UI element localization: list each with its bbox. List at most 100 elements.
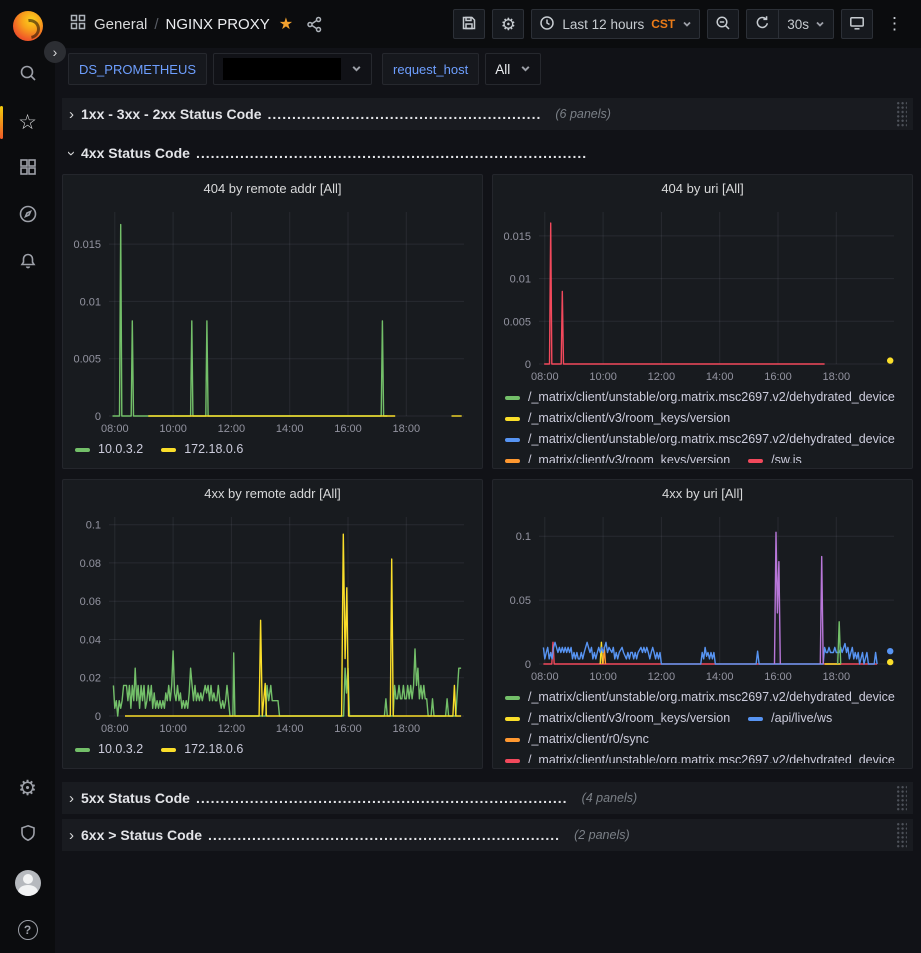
legend-item[interactable]: /_matrix/client/v3/room_keys/version <box>505 450 730 463</box>
legend-item[interactable]: 10.0.3.2 <box>75 439 143 460</box>
row-4xx[interactable]: › 4xx Status Code ......................… <box>62 138 913 168</box>
sidebar-item-explore[interactable] <box>0 193 55 240</box>
legend-item[interactable]: /_matrix/client/r0/sync <box>505 729 649 750</box>
svg-text:14:00: 14:00 <box>276 423 304 435</box>
variable-request-host: request_host All <box>382 53 541 85</box>
legend-swatch <box>75 748 90 752</box>
panel-title[interactable]: 404 by remote addr [All] <box>63 175 482 202</box>
chevron-down-icon <box>682 17 692 32</box>
row-drag-handle[interactable] <box>896 785 907 811</box>
legend-swatch <box>505 459 520 463</box>
share-icon[interactable] <box>306 16 323 33</box>
variable-label[interactable]: request_host <box>382 53 479 85</box>
dashboard-title[interactable]: NGINX PROXY <box>166 16 270 33</box>
legend-item[interactable]: /_matrix/client/unstable/org.matrix.msc2… <box>505 687 895 708</box>
variable-value-dropdown[interactable] <box>213 53 372 85</box>
chart-area: 00.0050.010.01508:0010:0012:0014:0016:00… <box>67 202 478 437</box>
svg-text:08:00: 08:00 <box>101 723 129 735</box>
row-6xx[interactable]: › 6xx > Status Code ....................… <box>62 819 913 851</box>
svg-text:0.08: 0.08 <box>80 558 101 570</box>
panel-row-bottom: 4xx by remote addr [All] 00.020.040.060.… <box>62 479 913 769</box>
refresh-interval-dropdown[interactable]: 30s <box>778 10 833 38</box>
time-range-picker[interactable]: Last 12 hours CST <box>531 9 700 39</box>
panel-row-top: 404 by remote addr [All] 00.0050.010.015… <box>62 174 913 469</box>
sidebar-expand-button[interactable]: › <box>44 41 66 63</box>
variable-value-dropdown[interactable]: All <box>485 53 541 85</box>
sidebar-item-profile[interactable] <box>0 859 55 906</box>
question-glyph: ? <box>24 923 31 937</box>
row-5xx[interactable]: › 5xx Status Code ......................… <box>62 782 913 814</box>
chevron-right-icon: › <box>69 106 74 123</box>
svg-text:10:00: 10:00 <box>589 671 617 683</box>
legend-swatch <box>505 438 520 442</box>
chart-area: 00.0050.010.01508:0010:0012:0014:0016:00… <box>497 202 908 385</box>
svg-text:14:00: 14:00 <box>276 723 304 735</box>
cycle-view-mode-button[interactable] <box>841 9 873 39</box>
legend-swatch <box>161 448 176 452</box>
shield-icon <box>18 823 38 849</box>
panel-title[interactable]: 404 by uri [All] <box>493 175 912 202</box>
more-options-kebab-icon[interactable]: ⋮ <box>880 14 909 34</box>
svg-text:10:00: 10:00 <box>159 723 187 735</box>
zoom-out-time-button[interactable] <box>707 9 739 39</box>
svg-text:12:00: 12:00 <box>648 371 676 383</box>
save-icon <box>461 15 477 34</box>
time-series-chart[interactable]: 00.020.040.060.080.108:0010:0012:0014:00… <box>67 507 478 737</box>
row-drag-handle[interactable] <box>896 101 907 127</box>
legend-swatch <box>505 417 520 421</box>
monitor-icon <box>849 15 865 34</box>
magnifier-minus-icon <box>715 15 731 34</box>
legend-item[interactable]: /sw.js <box>748 450 802 463</box>
sidebar-item-configuration[interactable]: ⚙ <box>0 765 55 812</box>
legend-item[interactable]: /_matrix/client/v3/room_keys/version <box>505 408 730 429</box>
refresh-icon <box>755 15 770 33</box>
chevron-down-icon <box>815 17 825 32</box>
refresh-button[interactable] <box>747 10 778 38</box>
gear-icon: ⚙ <box>501 16 516 33</box>
sidebar-item-dashboards[interactable] <box>0 146 55 193</box>
row-title: 4xx Status Code <box>81 145 190 161</box>
svg-text:18:00: 18:00 <box>823 671 851 683</box>
legend-swatch <box>505 717 520 721</box>
time-series-chart[interactable]: 00.0050.010.01508:0010:0012:0014:0016:00… <box>497 202 908 385</box>
sidebar-item-alerting[interactable] <box>0 240 55 287</box>
row-drag-handle[interactable] <box>896 822 907 848</box>
breadcrumb-section[interactable]: General <box>94 16 147 33</box>
legend-item[interactable]: /_matrix/client/unstable/org.matrix.msc2… <box>505 429 895 450</box>
dashboard-settings-button[interactable]: ⚙ <box>492 9 524 39</box>
row-title-dots: ........................................… <box>196 790 568 806</box>
chart-legend: /_matrix/client/unstable/org.matrix.msc2… <box>505 387 900 463</box>
sidebar-item-starred[interactable]: ☆ <box>0 99 55 146</box>
legend-item[interactable]: 172.18.0.6 <box>161 739 243 760</box>
svg-text:0: 0 <box>525 359 531 371</box>
sidebar-item-help[interactable]: ? <box>0 906 55 953</box>
panel-title[interactable]: 4xx by uri [All] <box>493 480 912 507</box>
compass-icon <box>18 204 38 230</box>
chevron-right-icon: › <box>69 827 74 844</box>
legend-swatch <box>505 738 520 742</box>
favorite-star-icon[interactable]: ★ <box>279 14 293 34</box>
time-series-chart[interactable]: 00.0050.010.01508:0010:0012:0014:0016:00… <box>67 202 478 437</box>
svg-text:16:00: 16:00 <box>764 671 792 683</box>
legend-item[interactable]: /api/live/ws <box>748 708 832 729</box>
svg-text:0.01: 0.01 <box>80 296 101 308</box>
variable-label[interactable]: DS_PROMETHEUS <box>68 53 207 85</box>
legend-item[interactable]: 172.18.0.6 <box>161 439 243 460</box>
save-dashboard-button[interactable] <box>453 9 485 39</box>
svg-text:16:00: 16:00 <box>764 371 792 383</box>
svg-text:12:00: 12:00 <box>218 423 246 435</box>
svg-text:08:00: 08:00 <box>101 423 129 435</box>
legend-item[interactable]: /_matrix/client/unstable/org.matrix.msc2… <box>505 750 895 763</box>
time-series-chart[interactable]: 00.050.108:0010:0012:0014:0016:0018:00 <box>497 507 908 685</box>
panel-title[interactable]: 4xx by remote addr [All] <box>63 480 482 507</box>
legend-item[interactable]: /_matrix/client/unstable/org.matrix.msc2… <box>505 387 895 408</box>
clock-icon <box>539 15 555 34</box>
legend-item[interactable]: 10.0.3.2 <box>75 739 143 760</box>
row-1xx-3xx-2xx[interactable]: › 1xx - 3xx - 2xx Status Code ..........… <box>62 98 913 130</box>
row-panel-count: (2 panels) <box>574 828 630 842</box>
row-title-dots: ........................................… <box>196 145 587 161</box>
gear-icon: ⚙ <box>18 776 37 801</box>
sidebar-item-server-admin[interactable] <box>0 812 55 859</box>
legend-item[interactable]: /_matrix/client/v3/room_keys/version <box>505 708 730 729</box>
user-avatar <box>15 870 41 896</box>
